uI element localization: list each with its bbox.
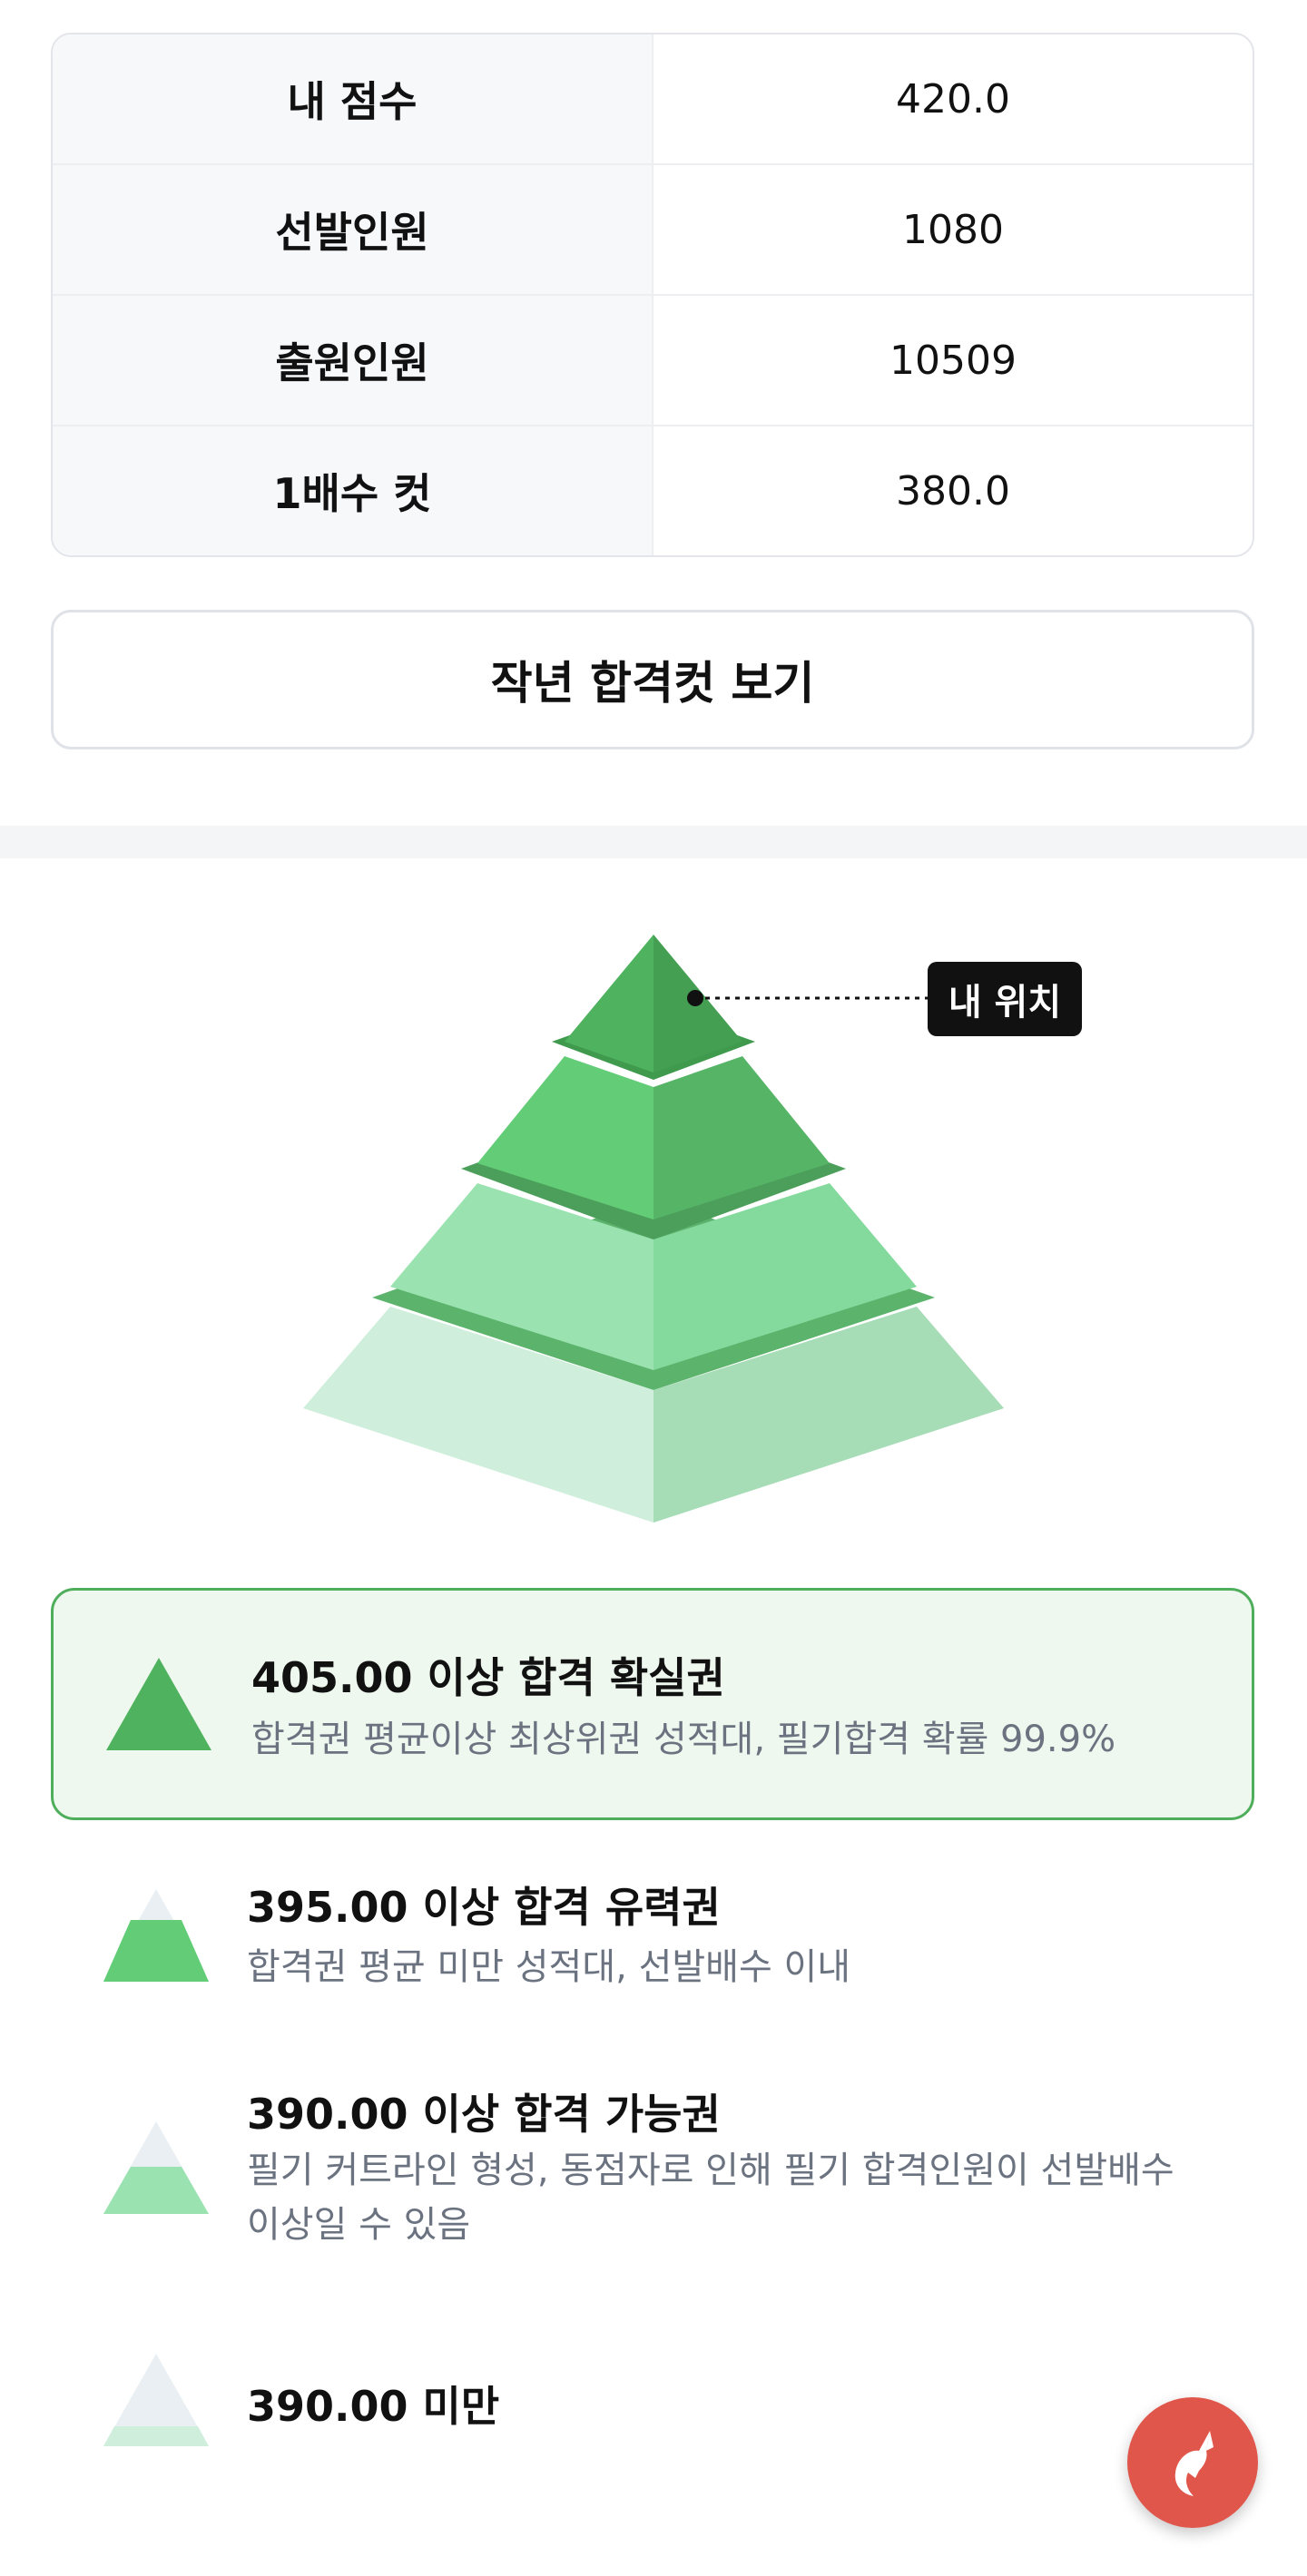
my-position-label: 내 위치	[928, 962, 1082, 1036]
legend-title: 395.00 이상 합격 유력권	[247, 1883, 721, 1932]
table-row: 내 점수 420.0	[53, 34, 1253, 165]
floating-app-button[interactable]	[1127, 2397, 1258, 2528]
score-info-table: 내 점수 420.0 선발인원 1080 출원인원 10509 1배수 컷 38…	[51, 33, 1254, 557]
position-pyramid-chart	[303, 935, 1004, 1523]
row-label-my-score: 내 점수	[53, 34, 654, 163]
pyramid-second-tier-icon	[103, 1889, 209, 1982]
legend-title: 390.00 이상 합격 가능권	[247, 2090, 721, 2139]
legend-title: 390.00 미만	[247, 2382, 500, 2431]
section-divider	[0, 826, 1307, 858]
legend-description: 필기 커트라인 형성, 동점자로 인해 필기 합격인원이 선발배수 이상일 수 …	[247, 2150, 1174, 2246]
row-value-selection-count: 1080	[902, 206, 1004, 253]
legend-item-certain: 405.00 이상 합격 확실권 합격권 평균이상 최상위권 성적대, 필기합격…	[51, 1588, 1254, 1820]
row-label-selection-count: 선발인원	[53, 165, 654, 294]
row-value-1x-cut: 380.0	[896, 467, 1010, 514]
table-row: 출원인원 10509	[53, 296, 1253, 426]
row-value-my-score: 420.0	[896, 75, 1010, 122]
table-row: 1배수 컷 380.0	[53, 426, 1253, 555]
pyramid-tier-1-left	[565, 935, 654, 1073]
last-year-cut-button[interactable]: 작년 합격컷 보기	[51, 610, 1254, 749]
row-label-1x-cut: 1배수 컷	[53, 426, 654, 555]
legend-description: 합격권 평균이상 최상위권 성적대, 필기합격 확률 99.9%	[251, 1719, 1116, 1760]
pyramid-top-tier-icon	[106, 1658, 211, 1750]
legend-description: 합격권 평균 미만 성적대, 선발배수 이내	[247, 1946, 851, 1988]
marker-dot	[687, 990, 703, 1006]
pyramid-third-tier-icon	[103, 2121, 209, 2214]
table-row: 선발인원 1080	[53, 165, 1253, 296]
legend-title: 405.00 이상 합격 확실권	[251, 1653, 725, 1702]
legend-item-possible: 390.00 이상 합격 가능권 필기 커트라인 형성, 동점자로 인해 필기 …	[51, 2067, 1254, 2285]
row-label-applicant-count: 출원인원	[53, 296, 654, 425]
score-analysis-page: 내 점수 420.0 선발인원 1080 출원인원 10509 1배수 컷 38…	[0, 0, 1307, 2576]
legend-item-likely: 395.00 이상 합격 유력권 합격권 평균 미만 성적대, 선발배수 이내	[51, 1860, 1254, 2042]
legend-item-below: 390.00 미만	[51, 2341, 1254, 2468]
row-value-applicant-count: 10509	[889, 337, 1017, 384]
pyramid-bottom-tier-icon	[103, 2354, 209, 2446]
unicorn-logo-icon	[1174, 2431, 1214, 2496]
